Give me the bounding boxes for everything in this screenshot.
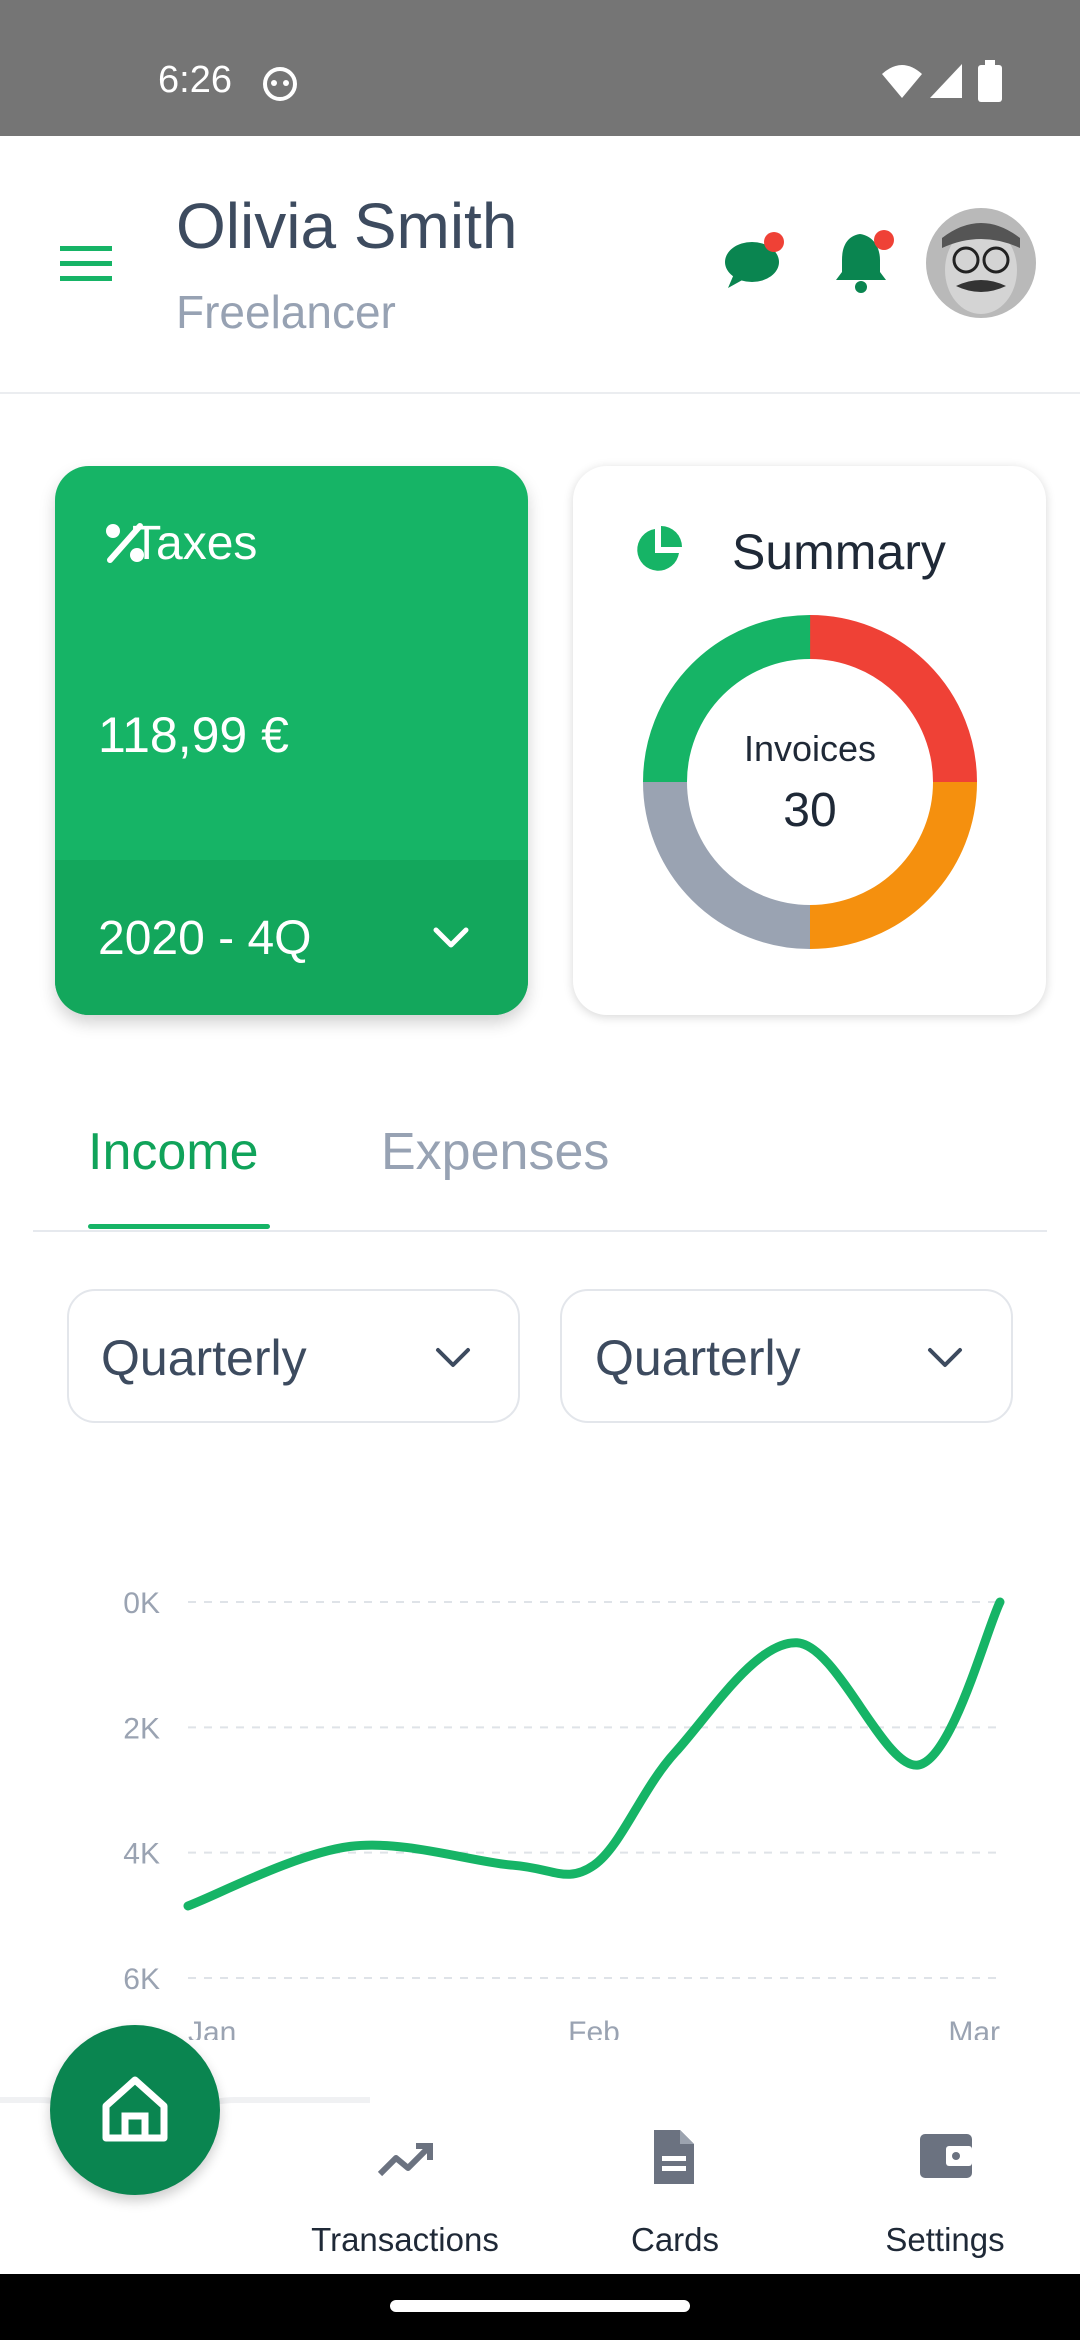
donut-label: Invoices xyxy=(743,728,877,769)
trending-up-icon[interactable] xyxy=(376,2140,436,2180)
x-tick-label: Mar xyxy=(948,2016,1000,2040)
tab-expenses[interactable]: Expenses xyxy=(381,1120,609,1184)
wifi-icon xyxy=(882,65,922,98)
tabs-divider xyxy=(33,1230,1047,1232)
active-tab-indicator xyxy=(88,1224,270,1229)
chevron-down-icon[interactable] xyxy=(432,926,470,950)
y-tick-label: 4K xyxy=(123,1838,160,1871)
wallet-icon[interactable] xyxy=(918,2132,974,2180)
notification-app-icon xyxy=(263,67,297,101)
gesture-handle[interactable] xyxy=(390,2300,690,2312)
chat-icon[interactable] xyxy=(724,228,790,290)
home-icon xyxy=(102,2076,168,2142)
pie-chart-icon xyxy=(637,526,682,571)
avatar[interactable] xyxy=(926,208,1036,318)
battery-icon xyxy=(978,60,1002,102)
menu-icon[interactable] xyxy=(60,246,114,282)
user-name: Olivia Smith xyxy=(176,190,518,262)
summary-title: Summary xyxy=(732,524,946,580)
nav-cards[interactable]: Cards xyxy=(545,2220,805,2260)
y-tick-label: 2K xyxy=(123,1712,160,1745)
period-dropdown-left-label: Quarterly xyxy=(101,1330,307,1386)
x-tick-label: Feb xyxy=(568,2016,620,2040)
chevron-down-icon[interactable] xyxy=(434,1346,472,1370)
income-line-chart: 0K 2K 4K 6K Jan Feb Mar xyxy=(123,1587,1005,2040)
status-time: 6:26 xyxy=(158,59,232,101)
document-icon[interactable] xyxy=(650,2128,698,2186)
taxes-period[interactable]: 2020 - 4Q xyxy=(98,907,311,971)
chevron-down-icon[interactable] xyxy=(926,1346,964,1370)
period-dropdown-right-label: Quarterly xyxy=(595,1330,801,1386)
donut-value: 30 xyxy=(783,784,837,837)
user-role: Freelancer xyxy=(176,286,396,338)
notification-bell-icon[interactable] xyxy=(834,226,900,294)
taxes-title: Taxes xyxy=(132,517,258,570)
income-series-line xyxy=(183,1597,1005,1911)
x-tick-label: Jan xyxy=(188,2016,236,2040)
app-header xyxy=(0,136,1080,394)
nav-transactions[interactable]: Transactions xyxy=(275,2220,535,2260)
y-tick-label: 6K xyxy=(123,1963,160,1996)
tab-income[interactable]: Income xyxy=(88,1120,259,1184)
y-tick-label: 0K xyxy=(123,1587,160,1620)
signal-icon xyxy=(930,64,962,98)
taxes-amount: 118,99 € xyxy=(98,707,289,763)
nav-settings[interactable]: Settings xyxy=(815,2220,1075,2260)
